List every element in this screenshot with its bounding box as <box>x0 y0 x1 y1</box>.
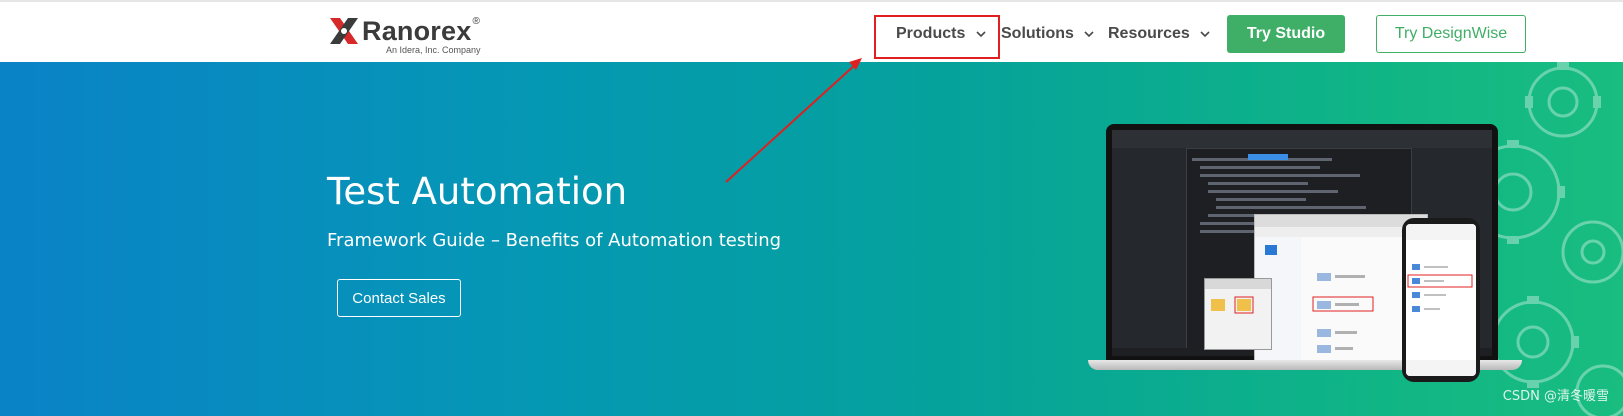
nav-resources[interactable]: Resources <box>1108 25 1210 47</box>
page: Ranorex® An Idera, Inc. Company Products… <box>0 0 1623 416</box>
contact-sales-button[interactable]: Contact Sales <box>337 279 461 317</box>
chevron-down-icon <box>1200 31 1210 37</box>
phone-screen <box>1406 224 1476 376</box>
nav-resources-label: Resources <box>1108 25 1190 42</box>
chevron-down-icon <box>1084 31 1094 37</box>
csdn-watermark: CSDN @清冬暖雪 <box>1502 389 1609 404</box>
ide-project-panel <box>1112 148 1187 348</box>
products-annotation-box <box>874 15 1000 59</box>
hero-subtitle: Framework Guide – Benefits of Automation… <box>327 230 782 251</box>
phone-mockup <box>1402 218 1480 382</box>
try-designwise-button[interactable]: Try DesignWise <box>1376 15 1526 53</box>
hero-title: Test Automation <box>327 170 628 213</box>
ranorex-logo[interactable]: Ranorex® An Idera, Inc. Company <box>326 14 486 56</box>
nav-solutions-label: Solutions <box>1001 25 1074 42</box>
try-studio-button[interactable]: Try Studio <box>1227 15 1345 53</box>
nav-solutions[interactable]: Solutions <box>1001 25 1094 47</box>
file-explorer-mockup <box>1204 278 1272 350</box>
ide-toolbar <box>1112 130 1492 149</box>
logo-wordmark: Ranorex® <box>362 16 481 46</box>
ranorex-logo-icon <box>330 18 358 44</box>
site-header: Ranorex® An Idera, Inc. Company Products… <box>0 0 1623 62</box>
logo-tagline: An Idera, Inc. Company <box>386 45 481 55</box>
